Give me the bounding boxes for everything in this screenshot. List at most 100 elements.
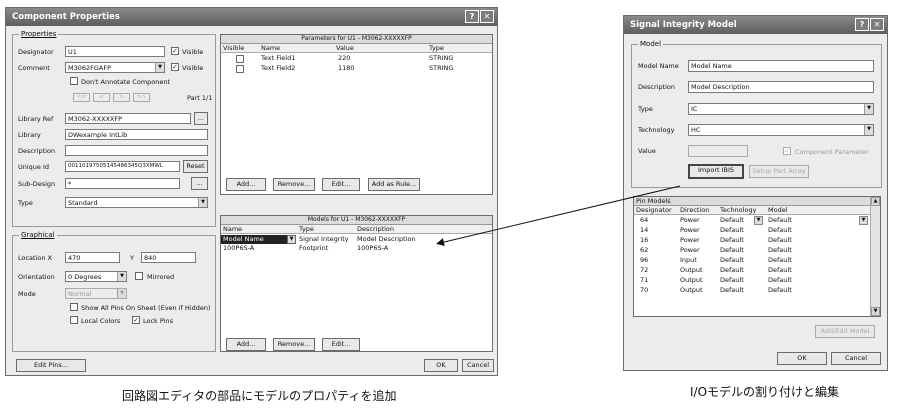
model-edit-button[interactable]: Edit... (322, 338, 360, 351)
library-field[interactable]: DWexample IntLib (65, 129, 208, 140)
pin-technology: Default (720, 286, 744, 294)
pin-row[interactable]: 72 Output Default Default (634, 266, 880, 275)
models-panel: Models for U1 - M3062-XXXXXFP Name Type … (220, 215, 493, 352)
nav-first-button[interactable]: << (73, 93, 90, 102)
import-ibis-button[interactable]: Import IBIS (688, 164, 744, 179)
caption-left: 回路図エディタの部品にモデルのプロパティを追加 (122, 389, 397, 403)
model-name-selected[interactable]: Model Name (221, 235, 295, 244)
pin-designator: 96 (640, 256, 649, 264)
type-select[interactable]: Standard ▼ (65, 197, 208, 208)
chevron-down-icon[interactable]: ▼ (155, 63, 164, 72)
pin-row[interactable]: 64 Power Default Default ▼ ▼ (634, 216, 880, 225)
add-edit-model-button[interactable]: Add/Edit Model (815, 325, 875, 338)
pin-direction: Input (680, 256, 697, 264)
lock-pins-checkbox[interactable]: ✓ (132, 316, 140, 324)
cancel-button[interactable]: Cancel (462, 359, 494, 372)
visible-label: Visible (182, 48, 204, 56)
models-header: Name Type Description (221, 225, 492, 234)
pin-row[interactable]: 71 Output Default Default (634, 276, 880, 285)
scroll-down-icon[interactable]: ▼ (871, 307, 880, 316)
edit-pins-button[interactable]: Edit Pins... (16, 359, 86, 372)
pin-row[interactable]: 96 Input Default Default (634, 256, 880, 265)
close-button[interactable]: ✕ (480, 10, 494, 23)
component-properties-dialog: Component Properties ? ✕ Properties Desig… (5, 7, 498, 376)
technology-select[interactable]: HC ▼ (688, 124, 874, 136)
help-button[interactable]: ? (855, 18, 869, 31)
nav-next-button[interactable]: > (113, 93, 130, 102)
pin-designator: 70 (640, 286, 649, 294)
close-button[interactable]: ✕ (870, 18, 884, 31)
param-add-button[interactable]: Add... (226, 178, 266, 191)
pin-model: Default (768, 276, 792, 284)
dont-annotate-checkbox[interactable] (70, 77, 78, 85)
library-ref-browse-button[interactable]: ... (194, 112, 208, 125)
mode-select[interactable]: Normal ▼ (65, 288, 127, 299)
table-row[interactable]: 100P6S-A Footprint 100P6S-A (221, 244, 492, 253)
library-ref-field[interactable]: M3062-XXXXXFP (65, 113, 191, 124)
show-all-pins-label: Show All Pins On Sheet (Even if Hidden) (81, 304, 211, 312)
designator-field[interactable]: U1 (65, 46, 165, 57)
location-x-field[interactable]: 470 (65, 252, 120, 263)
help-button[interactable]: ? (465, 10, 479, 23)
chevron-down-icon[interactable]: ▼ (198, 198, 207, 207)
type-select[interactable]: IC ▼ (688, 103, 874, 115)
param-visible-checkbox[interactable] (236, 55, 244, 63)
description-field[interactable]: Model Description (688, 81, 874, 93)
orientation-select[interactable]: 0 Degrees ▼ (65, 271, 127, 282)
ok-button[interactable]: OK (424, 359, 458, 372)
col-technology: Technology (720, 206, 757, 214)
setup-part-array-button[interactable]: Setup Part Array (749, 165, 809, 178)
chevron-down-icon[interactable]: ▼ (754, 216, 763, 225)
component-parameter-checkbox[interactable]: ✓ (783, 147, 791, 155)
unique-id-field[interactable]: 00110197505145486345Q3XMWL (65, 161, 180, 172)
sub-design-field[interactable]: * (65, 178, 180, 189)
chevron-down-icon[interactable]: ▼ (864, 125, 873, 135)
pin-row[interactable]: 70 Output Default Default (634, 286, 880, 295)
pin-models-scrollbar[interactable]: ▲ ▼ (870, 197, 880, 316)
model-name-field[interactable]: Model Name (688, 60, 874, 72)
chevron-down-icon[interactable]: ▼ (864, 104, 873, 114)
cancel-button[interactable]: Cancel (831, 352, 881, 365)
chevron-down-icon[interactable]: ▼ (287, 235, 296, 244)
location-y-field[interactable]: 840 (141, 252, 196, 263)
pin-row[interactable]: 14 Power Default Default (634, 226, 880, 235)
show-all-pins-checkbox[interactable] (70, 303, 78, 311)
dont-annotate-label: Don't Annotate Component (81, 78, 171, 86)
model-remove-button[interactable]: Remove... (273, 338, 315, 351)
parameters-title: Parameters for U1 - M3062-XXXXXFP (221, 35, 492, 44)
comment-field[interactable]: M3062FGAFP ▼ (65, 62, 165, 73)
param-remove-button[interactable]: Remove... (273, 178, 315, 191)
nav-prev-button[interactable]: < (93, 93, 110, 102)
col-visible: Visible (223, 44, 245, 52)
table-row[interactable]: Text Field2 1180 STRING (221, 64, 492, 73)
param-type: STRING (429, 64, 454, 72)
chevron-down-icon[interactable]: ▼ (117, 289, 126, 298)
location-y-label: Y (130, 254, 134, 262)
pin-designator: 64 (640, 216, 649, 224)
pin-row[interactable]: 16 Power Default Default (634, 236, 880, 245)
si-titlebar: Signal Integrity Model ? ✕ (624, 16, 887, 34)
local-colors-checkbox[interactable] (70, 316, 78, 324)
sub-design-browse-button[interactable]: ... (191, 177, 208, 190)
table-row[interactable]: Text Field1 220 STRING (221, 54, 492, 63)
library-ref-label: Library Ref (18, 115, 54, 123)
model-add-button[interactable]: Add... (226, 338, 266, 351)
comment-visible-checkbox[interactable]: ✓ (171, 63, 179, 71)
chevron-down-icon[interactable]: ▼ (859, 216, 868, 225)
chevron-down-icon[interactable]: ▼ (117, 272, 126, 281)
reset-button[interactable]: Reset (183, 160, 208, 173)
scroll-up-icon[interactable]: ▲ (871, 197, 880, 206)
pin-row[interactable]: 62 Power Default Default (634, 246, 880, 255)
value-field[interactable] (688, 145, 748, 157)
param-edit-button[interactable]: Edit... (322, 178, 360, 191)
nav-last-button[interactable]: >> (133, 93, 150, 102)
properties-group-label: Properties (19, 30, 59, 38)
add-as-rule-button[interactable]: Add as Rule... (368, 178, 420, 191)
properties-group: Properties Designator U1 ✓ Visible Comme… (12, 30, 216, 227)
description-field[interactable] (65, 145, 208, 156)
table-row[interactable]: Model Name ▼ Signal Integrity Model Desc… (221, 235, 492, 244)
designator-visible-checkbox[interactable]: ✓ (171, 47, 179, 55)
mirrored-checkbox[interactable] (135, 272, 143, 280)
param-visible-checkbox[interactable] (236, 65, 244, 73)
ok-button[interactable]: OK (777, 352, 827, 365)
